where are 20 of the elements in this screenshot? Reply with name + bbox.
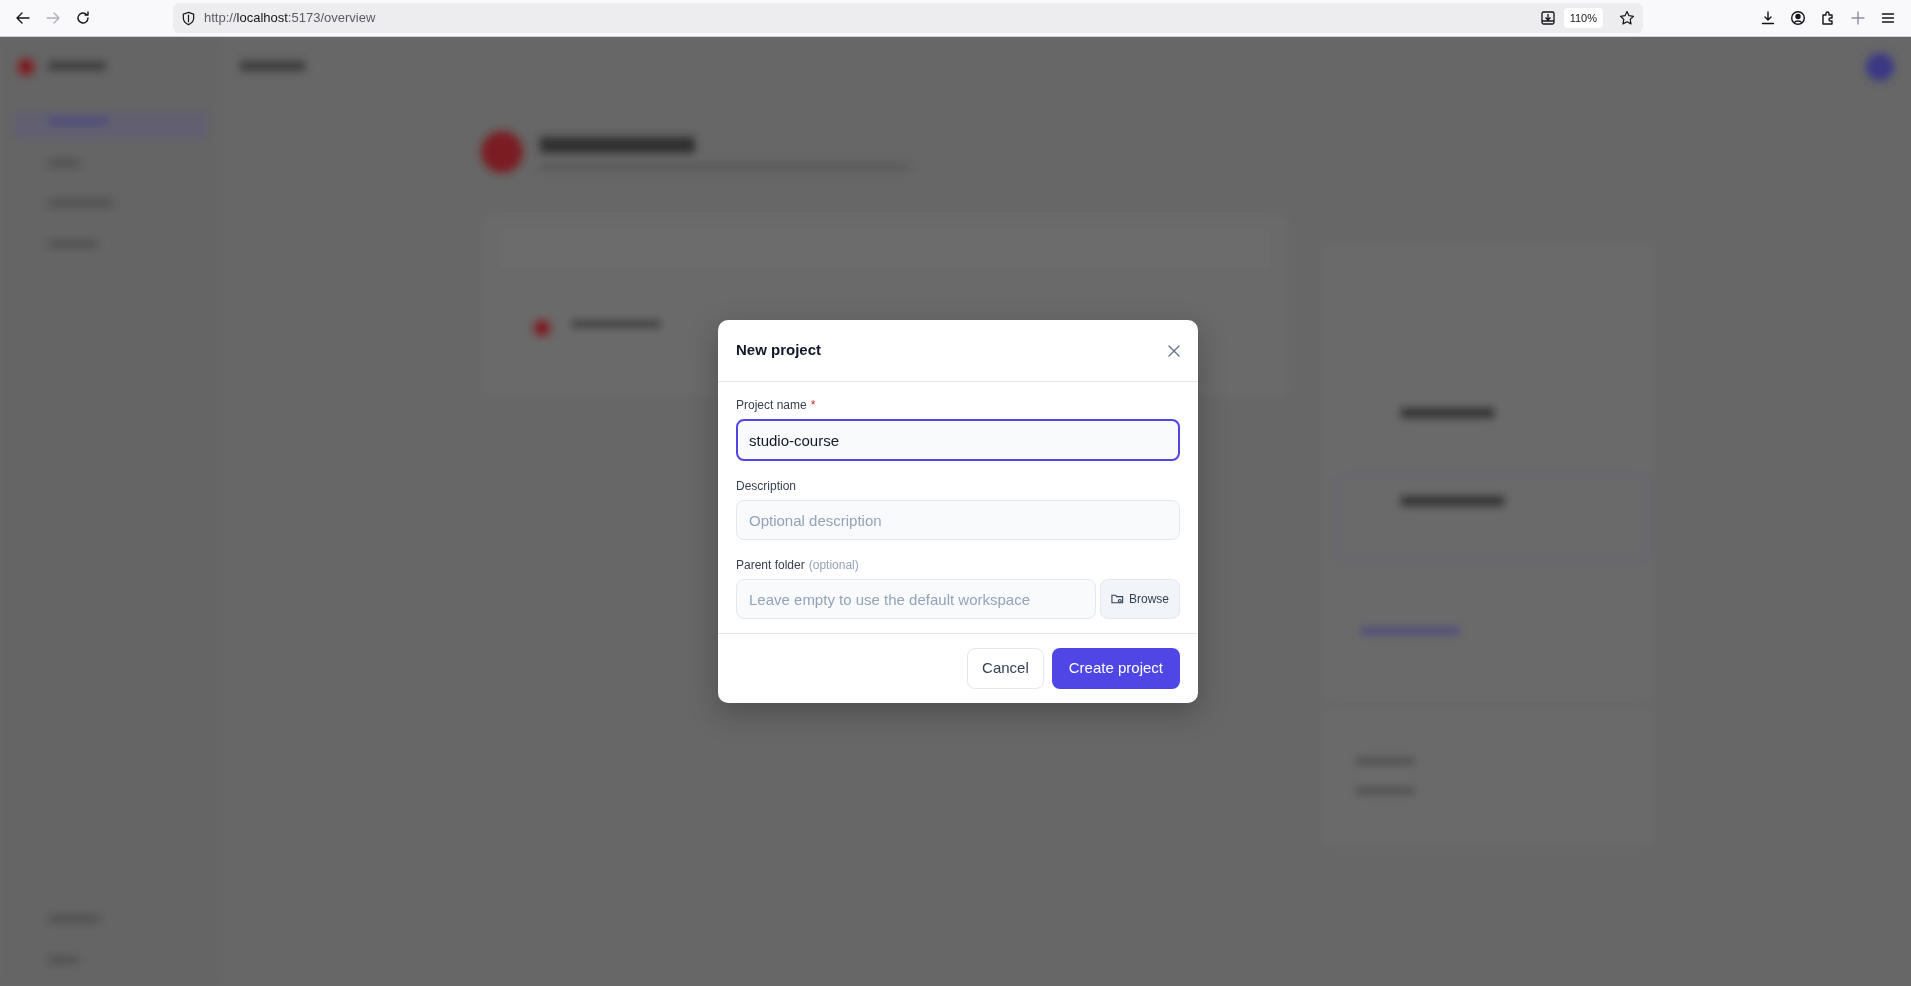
optional-hint: (optional)	[808, 557, 859, 574]
url-text: http://localhost:5173/overview	[204, 9, 376, 28]
cancel-button[interactable]: Cancel	[967, 648, 1044, 689]
folder-search-icon	[1111, 593, 1124, 605]
close-icon[interactable]	[1168, 344, 1180, 357]
dialog-title: New project	[736, 340, 822, 361]
install-icon[interactable]	[1539, 10, 1556, 26]
bookmark-star-icon[interactable]	[1619, 10, 1635, 26]
folder-field[interactable]: Leave empty to use the default workspace	[736, 579, 1096, 619]
field-label: Project name	[736, 397, 807, 414]
create-button[interactable]: Create project	[1051, 648, 1180, 689]
field-label: Parent folder	[736, 557, 805, 574]
browse-button[interactable]: Browse	[1100, 579, 1180, 619]
field-label: Description	[736, 478, 797, 495]
shield-icon	[181, 10, 196, 26]
zoom-level[interactable]: 110%	[1563, 7, 1603, 29]
address-bar[interactable]: http://localhost:5173/overview 110%	[173, 3, 1643, 33]
input-field[interactable]: studio-course	[736, 419, 1180, 461]
required-mark: *	[810, 397, 816, 414]
input-field[interactable]: Optional description	[736, 500, 1180, 540]
